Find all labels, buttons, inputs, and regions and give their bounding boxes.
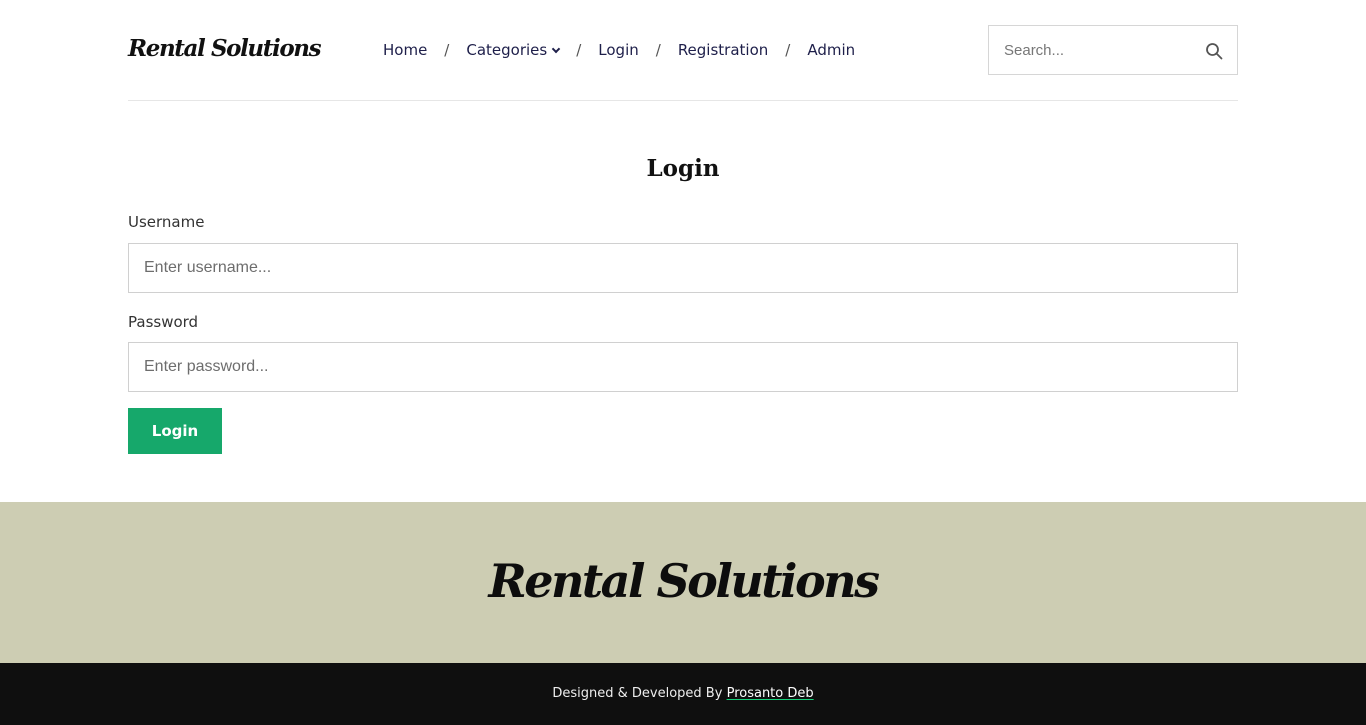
page-title: Login bbox=[646, 155, 720, 182]
nav-categories-label: Categories bbox=[466, 41, 548, 59]
chevron-down-icon bbox=[551, 44, 561, 54]
footer-logo: Rental Solutions bbox=[488, 554, 880, 608]
username-label: Username bbox=[128, 213, 205, 231]
site-header: Rental Solutions Home / Categories / Log… bbox=[128, 0, 1238, 101]
site-logo[interactable]: Rental Solutions bbox=[128, 34, 322, 64]
nav-registration[interactable]: Registration bbox=[678, 41, 768, 59]
username-field[interactable] bbox=[128, 243, 1238, 293]
nav-separator: / bbox=[444, 41, 450, 59]
main-nav: Home / Categories / Login / Registration… bbox=[383, 38, 855, 62]
nav-separator: / bbox=[655, 41, 661, 59]
footer-credit-text: Designed & Developed By bbox=[552, 686, 723, 701]
nav-home[interactable]: Home bbox=[383, 41, 427, 59]
password-field[interactable] bbox=[128, 342, 1238, 392]
search-input[interactable] bbox=[989, 26, 1199, 74]
nav-separator: / bbox=[785, 41, 791, 59]
footer-credit-link[interactable]: Prosanto Deb bbox=[727, 686, 814, 701]
nav-separator: / bbox=[576, 41, 582, 59]
login-button[interactable]: Login bbox=[128, 408, 222, 454]
footer-brand-section: Rental Solutions bbox=[0, 502, 1366, 663]
search-icon[interactable] bbox=[1205, 42, 1223, 60]
nav-categories[interactable]: Categories bbox=[466, 41, 561, 59]
nav-login[interactable]: Login bbox=[598, 41, 638, 59]
footer-credits: Designed & Developed By Prosanto Deb bbox=[0, 663, 1366, 725]
search-box bbox=[988, 25, 1238, 75]
password-label: Password bbox=[128, 313, 199, 331]
nav-admin[interactable]: Admin bbox=[807, 41, 855, 59]
